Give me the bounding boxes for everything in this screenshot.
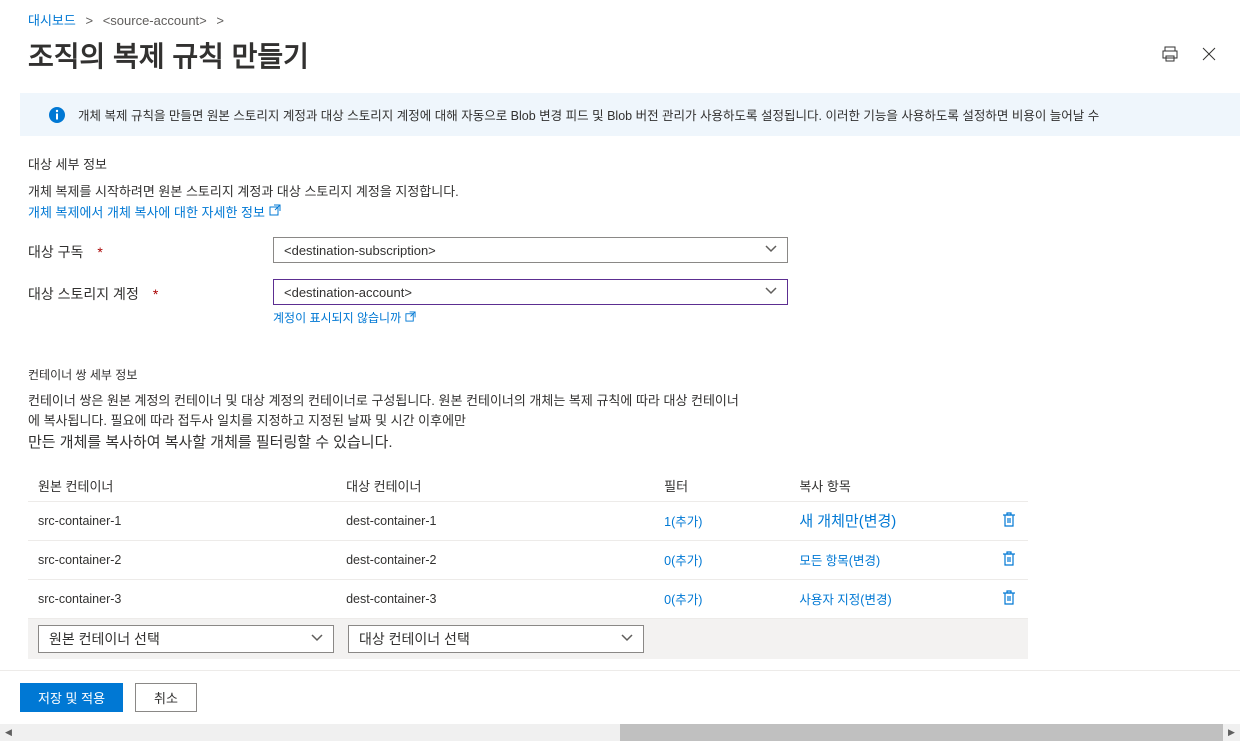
delete-row-button[interactable] [1000, 549, 1018, 571]
cell-dest: dest-container-3 [346, 592, 664, 606]
save-button[interactable]: 저장 및 적용 [20, 683, 123, 712]
external-link-icon [405, 311, 416, 325]
cell-filter-link[interactable]: 1(추가) [664, 511, 799, 530]
cell-copy-link[interactable]: 사용자 지정(변경) [799, 589, 978, 608]
cancel-button[interactable]: 취소 [135, 683, 197, 712]
delete-row-button[interactable] [1000, 510, 1018, 532]
cell-source: src-container-1 [38, 514, 346, 528]
container-section-title: 컨테이너 쌍 세부 정보 [28, 366, 1212, 383]
destination-section-desc: 개체 복제를 시작하려면 원본 스토리지 계정과 대상 스토리지 계정을 지정합… [28, 181, 1212, 200]
table-header: 원본 컨테이너 대상 컨테이너 필터 복사 항목 [28, 470, 1028, 501]
subscription-dropdown[interactable]: <destination-subscription> [273, 237, 788, 263]
breadcrumb-separator: > [216, 13, 224, 28]
account-not-visible-link[interactable]: 계정이 표시되지 않습니까 [273, 309, 788, 326]
container-section-desc1: 컨테이너 쌍은 원본 계정의 컨테이너 및 대상 계정의 컨테이너로 구성됩니다… [28, 391, 748, 430]
breadcrumb-root[interactable]: 대시보드 [28, 13, 76, 28]
scroll-thumb[interactable] [620, 724, 1223, 741]
learn-more-text: 개체 복제에서 개체 복사에 대한 자세한 정보 [28, 202, 265, 221]
external-link-icon [269, 204, 281, 219]
account-dropdown[interactable]: <destination-account> [273, 279, 788, 305]
delete-row-button[interactable] [1000, 588, 1018, 610]
cell-source: src-container-3 [38, 592, 346, 606]
info-icon [48, 106, 66, 124]
trash-icon [1002, 593, 1016, 608]
cell-dest: dest-container-2 [346, 553, 664, 567]
container-table: 원본 컨테이너 대상 컨테이너 필터 복사 항목 src-container-1… [28, 470, 1028, 659]
footer: 저장 및 적용 취소 [0, 670, 1240, 724]
dest-container-select[interactable]: 대상 컨테이너 선택 [348, 625, 644, 653]
print-icon [1162, 46, 1178, 65]
breadcrumb-separator: > [85, 13, 93, 28]
scroll-right-arrow[interactable]: ▶ [1223, 724, 1240, 741]
source-container-select[interactable]: 원본 컨테이너 선택 [38, 625, 334, 653]
close-button[interactable] [1198, 43, 1220, 68]
chevron-down-icon [765, 244, 777, 256]
page-title: 조직의 복제 규칙 만들기 [28, 35, 1158, 75]
chevron-down-icon [311, 633, 323, 645]
source-select-value: 원본 컨테이너 선택 [49, 629, 160, 649]
container-section-desc2: 만든 개체를 복사하여 복사할 개체를 필터링할 수 있습니다. [28, 432, 748, 454]
cell-source: src-container-2 [38, 553, 346, 567]
col-header-copy: 복사 항목 [799, 476, 978, 495]
subscription-value: <destination-subscription> [284, 243, 436, 258]
chevron-down-icon [765, 286, 777, 298]
cell-filter-link[interactable]: 0(추가) [664, 589, 799, 608]
info-banner: 개체 복제 규칙을 만들면 원본 스토리지 계정과 대상 스토리지 계정에 대해… [20, 93, 1240, 136]
table-row: src-container-3 dest-container-3 0(추가) 사… [28, 579, 1028, 618]
col-header-source: 원본 컨테이너 [38, 476, 346, 495]
chevron-down-icon [621, 633, 633, 645]
cell-filter-link[interactable]: 0(추가) [664, 550, 799, 569]
destination-section-title: 대상 세부 정보 [28, 154, 1212, 173]
print-button[interactable] [1158, 42, 1182, 69]
scroll-track[interactable] [17, 724, 1223, 741]
scroll-left-arrow[interactable]: ◀ [0, 724, 17, 741]
account-label: 대상 스토리지 계정* [28, 279, 273, 304]
trash-icon [1002, 554, 1016, 569]
cell-copy-link[interactable]: 새 개체만(변경) [799, 510, 978, 531]
trash-icon [1002, 515, 1016, 530]
col-header-filter: 필터 [664, 476, 799, 495]
table-selector-row: 원본 컨테이너 선택 대상 컨테이너 선택 [28, 618, 1028, 659]
cell-dest: dest-container-1 [346, 514, 664, 528]
learn-more-link[interactable]: 개체 복제에서 개체 복사에 대한 자세한 정보 [28, 202, 281, 221]
dest-select-value: 대상 컨테이너 선택 [359, 629, 470, 649]
subscription-label: 대상 구독* [28, 237, 273, 262]
cell-copy-link[interactable]: 모든 항목(변경) [799, 550, 978, 569]
breadcrumb-current[interactable]: <source-account> [103, 13, 207, 28]
horizontal-scrollbar[interactable]: ◀ ▶ [0, 724, 1240, 741]
breadcrumb: 대시보드 > <source-account> > [0, 0, 1240, 35]
info-banner-text: 개체 복제 규칙을 만들면 원본 스토리지 계정과 대상 스토리지 계정에 대해… [78, 105, 1099, 124]
close-icon [1202, 47, 1216, 64]
account-value: <destination-account> [284, 285, 412, 300]
table-row: src-container-2 dest-container-2 0(추가) 모… [28, 540, 1028, 579]
account-helper-text: 계정이 표시되지 않습니까 [273, 309, 401, 326]
col-header-dest: 대상 컨테이너 [346, 476, 664, 495]
table-row: src-container-1 dest-container-1 1(추가) 새… [28, 501, 1028, 540]
